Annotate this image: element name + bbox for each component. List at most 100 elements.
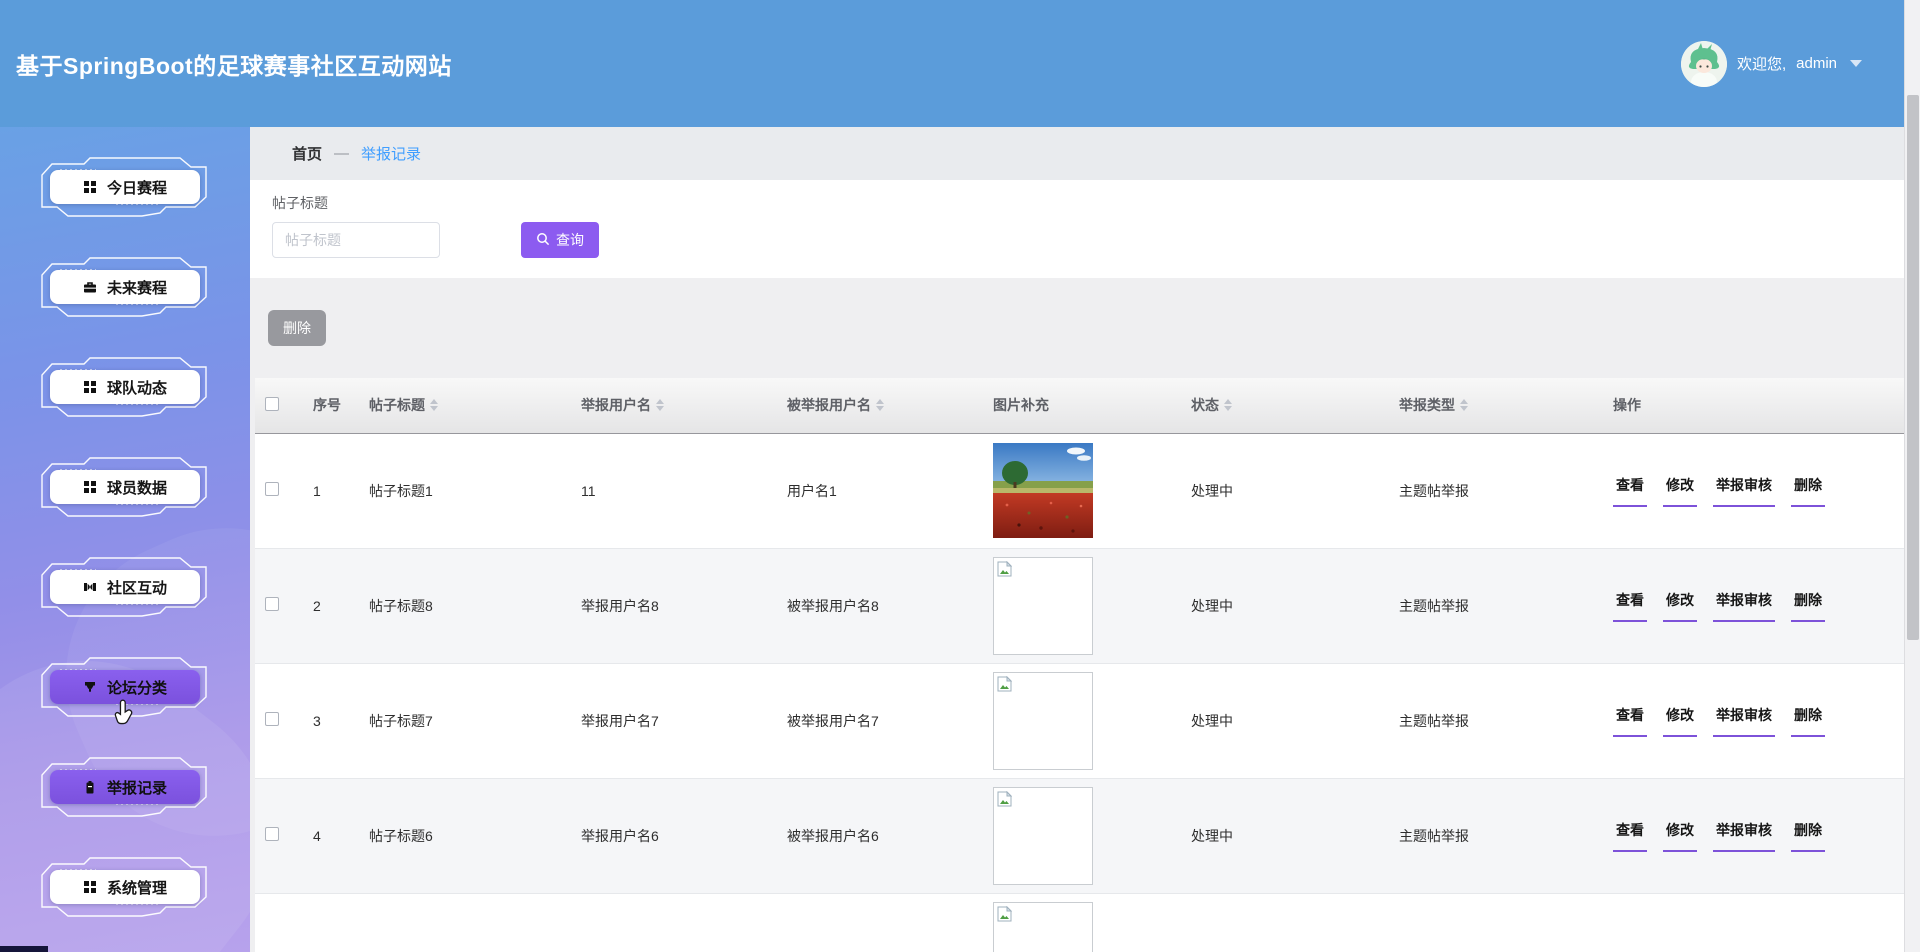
grid-icon — [83, 380, 97, 394]
sort-icon[interactable] — [656, 399, 664, 411]
row-checkbox[interactable] — [265, 827, 279, 841]
delete-button[interactable]: 删除 — [268, 310, 326, 346]
audit-action-button[interactable]: 举报审核 — [1713, 590, 1775, 622]
select-all-header — [255, 378, 303, 433]
view-action-button[interactable]: 查看 — [1613, 475, 1647, 507]
sidebar-item-today-schedule[interactable]: 今日赛程 — [0, 137, 250, 237]
column-header-reporter[interactable]: 举报用户名 — [571, 378, 777, 433]
grid-icon — [83, 480, 97, 494]
cell-type: 主题帖举报 — [1399, 483, 1469, 499]
sidebar-item-future-schedule[interactable]: 未来赛程 — [0, 237, 250, 337]
search-icon — [536, 232, 550, 249]
layout: 今日赛程未来赛程球队动态球员数据社区互动论坛分类举报记录系统管理 首页 — 举报… — [0, 127, 1920, 952]
sort-icon[interactable] — [1460, 399, 1468, 411]
sidebar-item-label: 今日赛程 — [107, 177, 167, 198]
column-header-num: 序号 — [303, 378, 359, 433]
broken-image-placeholder — [993, 902, 1093, 952]
sidebar-item-forum-category[interactable]: 论坛分类 — [0, 637, 250, 737]
sidebar-item-label: 球员数据 — [107, 477, 167, 498]
breadcrumb: 首页 — 举报记录 — [250, 127, 1920, 180]
broken-image-placeholder — [993, 672, 1093, 770]
toolbar: 删除 — [250, 278, 1920, 378]
sidebar-item-label: 论坛分类 — [107, 677, 167, 698]
audit-action-button[interactable]: 举报审核 — [1713, 705, 1775, 737]
cell-reporter: 举报用户名7 — [581, 713, 659, 729]
cell-title: 帖子标题1 — [369, 483, 433, 499]
delete-action-button[interactable]: 删除 — [1791, 590, 1825, 622]
scrollbar-thumb[interactable] — [1907, 95, 1919, 640]
sidebar-item-community[interactable]: 社区互动 — [0, 537, 250, 637]
browser-status-bar — [0, 946, 48, 952]
row-checkbox[interactable] — [265, 482, 279, 496]
view-action-button[interactable]: 查看 — [1613, 590, 1647, 622]
sidebar-item-label: 未来赛程 — [107, 277, 167, 298]
column-header-status[interactable]: 状态 — [1181, 378, 1389, 433]
cell-status: 处理中 — [1191, 483, 1233, 499]
page-title: 基于SpringBoot的足球赛事社区互动网站 — [16, 47, 452, 81]
edit-action-button[interactable]: 修改 — [1663, 475, 1697, 507]
avatar[interactable] — [1681, 41, 1727, 87]
bowtie-icon — [83, 580, 97, 594]
view-action-button[interactable]: 查看 — [1613, 820, 1647, 852]
sidebar-item-player-data[interactable]: 球员数据 — [0, 437, 250, 537]
sidebar-item-team-news[interactable]: 球队动态 — [0, 337, 250, 437]
query-button[interactable]: 查询 — [521, 222, 599, 258]
search-input[interactable] — [272, 222, 440, 258]
delete-action-button[interactable]: 删除 — [1791, 820, 1825, 852]
table-row: 3帖子标题7举报用户名7被举报用户名7处理中主题帖举报查看修改举报审核删除 — [255, 663, 1904, 778]
cell-reported: 被举报用户名6 — [787, 828, 879, 844]
breadcrumb-current[interactable]: 举报记录 — [361, 143, 421, 164]
app-window: 基于SpringBoot的足球赛事社区互动网站 — [0, 0, 1920, 952]
cell-status: 处理中 — [1191, 713, 1233, 729]
delete-action-button[interactable]: 删除 — [1791, 475, 1825, 507]
audit-action-button[interactable]: 举报审核 — [1713, 820, 1775, 852]
column-header-reported[interactable]: 被举报用户名 — [777, 378, 983, 433]
cell-num: 2 — [313, 598, 321, 614]
cell-num: 1 — [313, 483, 321, 499]
broken-image-placeholder — [993, 787, 1093, 885]
report-image-photo[interactable] — [993, 443, 1093, 538]
breadcrumb-home[interactable]: 首页 — [292, 143, 322, 164]
row-checkbox[interactable] — [265, 597, 279, 611]
scrollbar[interactable] — [1904, 0, 1920, 952]
cell-num: 3 — [313, 713, 321, 729]
sidebar-item-label: 系统管理 — [107, 877, 167, 898]
delete-action-button[interactable]: 删除 — [1791, 705, 1825, 737]
column-header-title[interactable]: 帖子标题 — [359, 378, 571, 433]
briefcase-icon — [83, 280, 97, 294]
cell-type: 主题帖举报 — [1399, 713, 1469, 729]
table-header-row: 序号帖子标题举报用户名被举报用户名图片补充状态举报类型操作 — [255, 378, 1904, 433]
sidebar-item-label: 举报记录 — [107, 777, 167, 798]
select-all-checkbox[interactable] — [265, 397, 279, 411]
report-table: 序号帖子标题举报用户名被举报用户名图片补充状态举报类型操作1帖子标题111用户名… — [255, 378, 1904, 952]
audit-action-button[interactable]: 举报审核 — [1713, 475, 1775, 507]
chevron-down-icon — [1850, 60, 1862, 67]
column-header-image: 图片补充 — [983, 378, 1181, 433]
cell-reported: 用户名1 — [787, 483, 837, 499]
sidebar-item-report-record[interactable]: 举报记录 — [0, 737, 250, 837]
cell-status: 处理中 — [1191, 828, 1233, 844]
edit-action-button[interactable]: 修改 — [1663, 705, 1697, 737]
user-menu[interactable]: 欢迎您, admin — [1681, 41, 1862, 87]
brush-icon — [83, 680, 97, 694]
cell-type: 主题帖举报 — [1399, 828, 1469, 844]
username-text: admin — [1796, 55, 1837, 72]
cell-num: 4 — [313, 828, 321, 844]
sort-icon[interactable] — [876, 399, 884, 411]
breadcrumb-separator: — — [334, 145, 349, 162]
sort-icon[interactable] — [430, 399, 438, 411]
clipboard-icon — [83, 780, 97, 794]
cell-reporter: 举报用户名8 — [581, 598, 659, 614]
column-header-actions: 操作 — [1603, 378, 1904, 433]
sort-icon[interactable] — [1224, 399, 1232, 411]
cell-type: 主题帖举报 — [1399, 598, 1469, 614]
row-checkbox[interactable] — [265, 712, 279, 726]
edit-action-button[interactable]: 修改 — [1663, 820, 1697, 852]
grid-icon — [83, 180, 97, 194]
sidebar-item-label: 球队动态 — [107, 377, 167, 398]
view-action-button[interactable]: 查看 — [1613, 705, 1647, 737]
column-header-type[interactable]: 举报类型 — [1389, 378, 1603, 433]
cell-status: 处理中 — [1191, 598, 1233, 614]
edit-action-button[interactable]: 修改 — [1663, 590, 1697, 622]
sidebar-item-system-manage[interactable]: 系统管理 — [0, 837, 250, 937]
